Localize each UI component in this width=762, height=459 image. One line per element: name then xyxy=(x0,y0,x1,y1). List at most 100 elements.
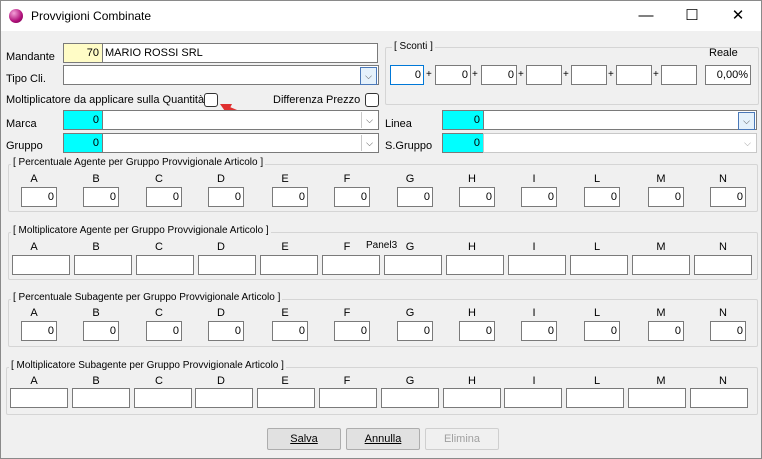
tipo-cli-dropdown[interactable]: ⌵ xyxy=(63,65,379,85)
perc-agente-field[interactable]: 0 xyxy=(208,187,244,207)
chevron-down-icon[interactable]: ⌵ xyxy=(361,112,377,128)
molt-subagente-field[interactable] xyxy=(690,388,748,408)
perc-subagente-field[interactable]: 0 xyxy=(397,321,433,341)
perc-subagente-field[interactable]: 0 xyxy=(459,321,495,341)
molt-agente-field[interactable] xyxy=(74,255,132,275)
perc-subagente-field[interactable]: 0 xyxy=(83,321,119,341)
perc-subagente-col-label: H xyxy=(468,307,476,319)
molt-agente-title: [ Moltiplicatore Agente per Gruppo Provv… xyxy=(11,225,271,236)
molt-subagente-field[interactable] xyxy=(195,388,253,408)
reale-field[interactable]: 0,00% xyxy=(705,65,751,85)
perc-subagente-col-label: E xyxy=(281,307,289,319)
sconto-6-field[interactable] xyxy=(616,65,652,85)
molt-subagente-col-label: E xyxy=(281,375,289,387)
window-title: Provvigioni Combinate xyxy=(31,9,152,23)
molt-agente-field[interactable] xyxy=(384,255,442,275)
panel3-label: Panel3 xyxy=(366,240,398,251)
marca-code-field[interactable]: 0 xyxy=(63,110,103,130)
chevron-down-icon[interactable]: ⌵ xyxy=(361,135,377,151)
sconto-1-field[interactable]: 0 xyxy=(390,65,424,85)
molt-subagente-field[interactable] xyxy=(10,388,68,408)
perc-subagente-field[interactable]: 0 xyxy=(334,321,370,341)
salva-button[interactable]: Salva xyxy=(267,428,341,450)
gruppo-dropdown[interactable]: ⌵ xyxy=(102,133,379,153)
perc-subagente-field[interactable]: 0 xyxy=(208,321,244,341)
maximize-button[interactable]: ☐ xyxy=(669,1,715,31)
perc-agente-field[interactable]: 0 xyxy=(272,187,308,207)
molt-agente-field[interactable] xyxy=(12,255,70,275)
perc-agente-field[interactable]: 0 xyxy=(710,187,746,207)
molt-subagente-field[interactable] xyxy=(381,388,439,408)
molt-subagente-field[interactable] xyxy=(134,388,192,408)
molt-subagente-field[interactable] xyxy=(628,388,686,408)
perc-agente-field[interactable]: 0 xyxy=(584,187,620,207)
sconto-3-field[interactable]: 0 xyxy=(481,65,517,85)
perc-subagente-field[interactable]: 0 xyxy=(21,321,57,341)
perc-agente-field[interactable]: 0 xyxy=(83,187,119,207)
sconto-4-field[interactable] xyxy=(526,65,562,85)
linea-label: Linea xyxy=(385,118,412,130)
perc-agente-group xyxy=(8,164,758,212)
perc-subagente-field[interactable]: 0 xyxy=(146,321,182,341)
chevron-down-icon[interactable]: ⌵ xyxy=(738,112,755,130)
molt-subagente-col-label: G xyxy=(405,375,415,387)
perc-agente-field[interactable]: 0 xyxy=(334,187,370,207)
marca-dropdown[interactable]: ⌵ xyxy=(102,110,379,130)
linea-code-field[interactable]: 0 xyxy=(442,110,484,130)
mandante-label: Mandante xyxy=(6,51,55,63)
chevron-down-icon[interactable]: ⌵ xyxy=(740,135,755,151)
perc-subagente-field[interactable]: 0 xyxy=(710,321,746,341)
molt-agente-field[interactable] xyxy=(322,255,380,275)
salva-label: Salva xyxy=(290,433,318,445)
annulla-button[interactable]: Annulla xyxy=(346,428,420,450)
linea-dropdown[interactable]: ⌵ xyxy=(483,110,757,130)
differenza-prezzo-checkbox[interactable] xyxy=(365,93,379,107)
mandante-code-field[interactable]: 70 xyxy=(63,43,103,63)
molt-agente-col-label: D xyxy=(217,241,225,253)
molt-subagente-field[interactable] xyxy=(319,388,377,408)
sconto-5-field[interactable] xyxy=(571,65,607,85)
sconto-2-field[interactable]: 0 xyxy=(435,65,471,85)
sgruppo-code-field[interactable]: 0 xyxy=(442,133,484,153)
molt-agente-field[interactable] xyxy=(446,255,504,275)
perc-subagente-field[interactable]: 0 xyxy=(521,321,557,341)
molt-agente-field[interactable] xyxy=(570,255,628,275)
molt-subagente-field[interactable] xyxy=(72,388,130,408)
perc-subagente-field[interactable]: 0 xyxy=(272,321,308,341)
perc-agente-field[interactable]: 0 xyxy=(21,187,57,207)
sconto-7-field[interactable] xyxy=(661,65,697,85)
molt-subagente-field[interactable] xyxy=(504,388,562,408)
perc-agente-field[interactable]: 0 xyxy=(648,187,684,207)
molt-subagente-col-label: B xyxy=(92,375,100,387)
mandante-name-field[interactable]: MARIO ROSSI SRL xyxy=(102,43,378,63)
dialog-window: Provvigioni Combinate — ☐ ✕ Mandante 70 … xyxy=(0,0,762,459)
perc-subagente-col-label: I xyxy=(532,307,536,319)
molt-agente-field[interactable] xyxy=(136,255,194,275)
molt-subagente-title: [ Moltiplicatore Subagente per Gruppo Pr… xyxy=(9,360,286,371)
molt-agente-col-label: I xyxy=(532,241,536,253)
molt-agente-field[interactable] xyxy=(508,255,566,275)
molt-subagente-field[interactable] xyxy=(566,388,624,408)
perc-agente-field[interactable]: 0 xyxy=(521,187,557,207)
molt-agente-field[interactable] xyxy=(694,255,752,275)
perc-agente-col-label: B xyxy=(92,173,100,185)
molt-agente-field[interactable] xyxy=(632,255,690,275)
gruppo-code-field[interactable]: 0 xyxy=(63,133,103,153)
sgruppo-dropdown[interactable]: ⌵ xyxy=(483,133,757,153)
molt-agente-col-label: G xyxy=(405,241,415,253)
molt-agente-field[interactable] xyxy=(198,255,256,275)
perc-agente-field[interactable]: 0 xyxy=(146,187,182,207)
molt-subagente-col-label: F xyxy=(343,375,351,387)
molt-agente-field[interactable] xyxy=(260,255,318,275)
sgruppo-label: S.Gruppo xyxy=(385,140,433,152)
gruppo-label: Gruppo xyxy=(6,140,43,152)
perc-subagente-field[interactable]: 0 xyxy=(648,321,684,341)
molt-subagente-field[interactable] xyxy=(257,388,315,408)
close-button[interactable]: ✕ xyxy=(715,1,761,31)
perc-agente-field[interactable]: 0 xyxy=(397,187,433,207)
molt-subagente-field[interactable] xyxy=(443,388,501,408)
perc-agente-field[interactable]: 0 xyxy=(459,187,495,207)
minimize-button[interactable]: — xyxy=(623,1,669,31)
chevron-down-icon[interactable]: ⌵ xyxy=(360,67,377,85)
perc-subagente-field[interactable]: 0 xyxy=(584,321,620,341)
